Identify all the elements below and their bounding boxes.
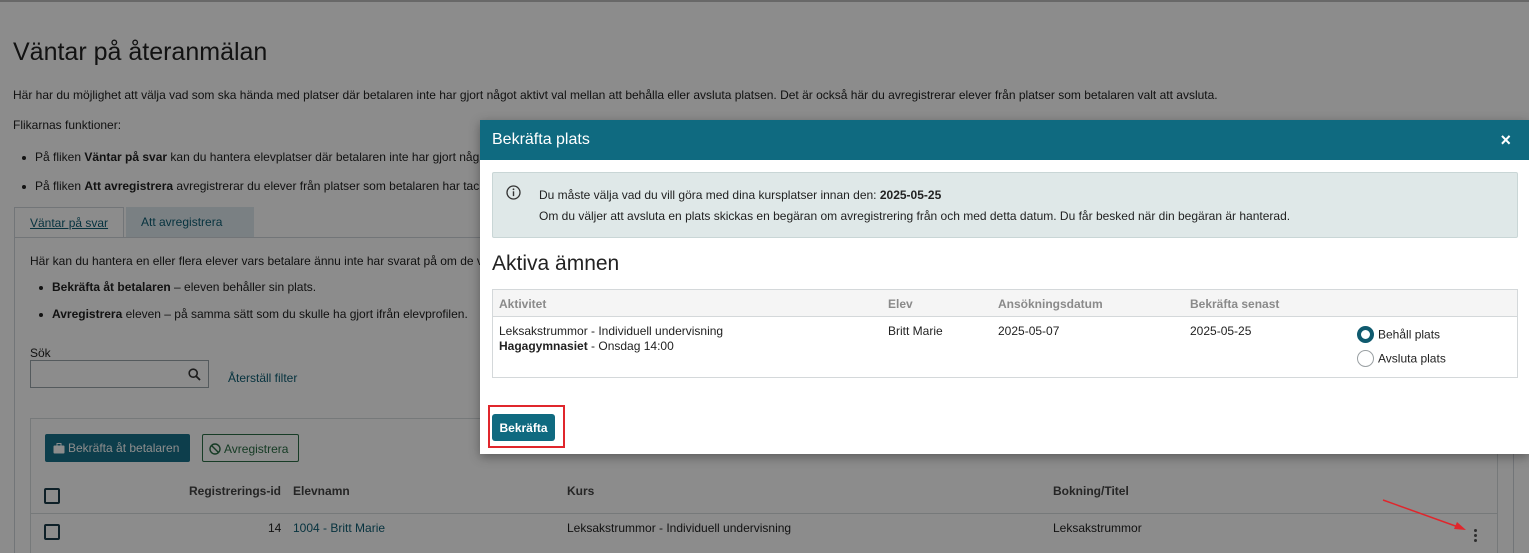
alert-deadline-text: Du måste välja vad du vill göra med dina… — [539, 188, 942, 202]
td-activity: Leksakstrummor - Individuell undervisnin… — [499, 324, 724, 353]
dialog-header: Bekräfta plats × — [480, 120, 1529, 160]
confirm-button[interactable]: Bekräfta — [492, 414, 555, 441]
active-subjects-table: Aktivitet Elev Ansökningsdatum Bekräfta … — [492, 289, 1518, 378]
th-student: Elev — [888, 297, 913, 311]
th-application-date: Ansökningsdatum — [998, 297, 1103, 311]
confirm-place-dialog: Bekräfta plats × Du måste välja vad du v… — [480, 120, 1529, 454]
alert-info-text: Om du väljer att avsluta en plats skicka… — [539, 209, 1291, 223]
td-confirm-by: 2025-05-25 — [1190, 324, 1252, 338]
close-icon[interactable]: × — [1500, 130, 1511, 151]
radio-keep-place[interactable]: Behåll plats — [1357, 326, 1440, 343]
info-alert: Du måste välja vad du vill göra med dina… — [492, 172, 1518, 238]
radio-checked-icon[interactable] — [1357, 326, 1374, 343]
dialog-title: Bekräfta plats — [492, 131, 590, 148]
th-confirm-by: Bekräfta senast — [1190, 297, 1280, 311]
th-activity: Aktivitet — [499, 297, 547, 311]
info-icon — [506, 185, 521, 200]
table-header: Aktivitet Elev Ansökningsdatum Bekräfta … — [493, 290, 1517, 317]
radio-unchecked-icon[interactable] — [1357, 350, 1374, 367]
td-student: Britt Marie — [888, 324, 943, 338]
section-title: Aktiva ämnen — [492, 252, 620, 275]
td-application-date: 2025-05-07 — [998, 324, 1060, 338]
radio-end-place[interactable]: Avsluta plats — [1357, 350, 1446, 367]
